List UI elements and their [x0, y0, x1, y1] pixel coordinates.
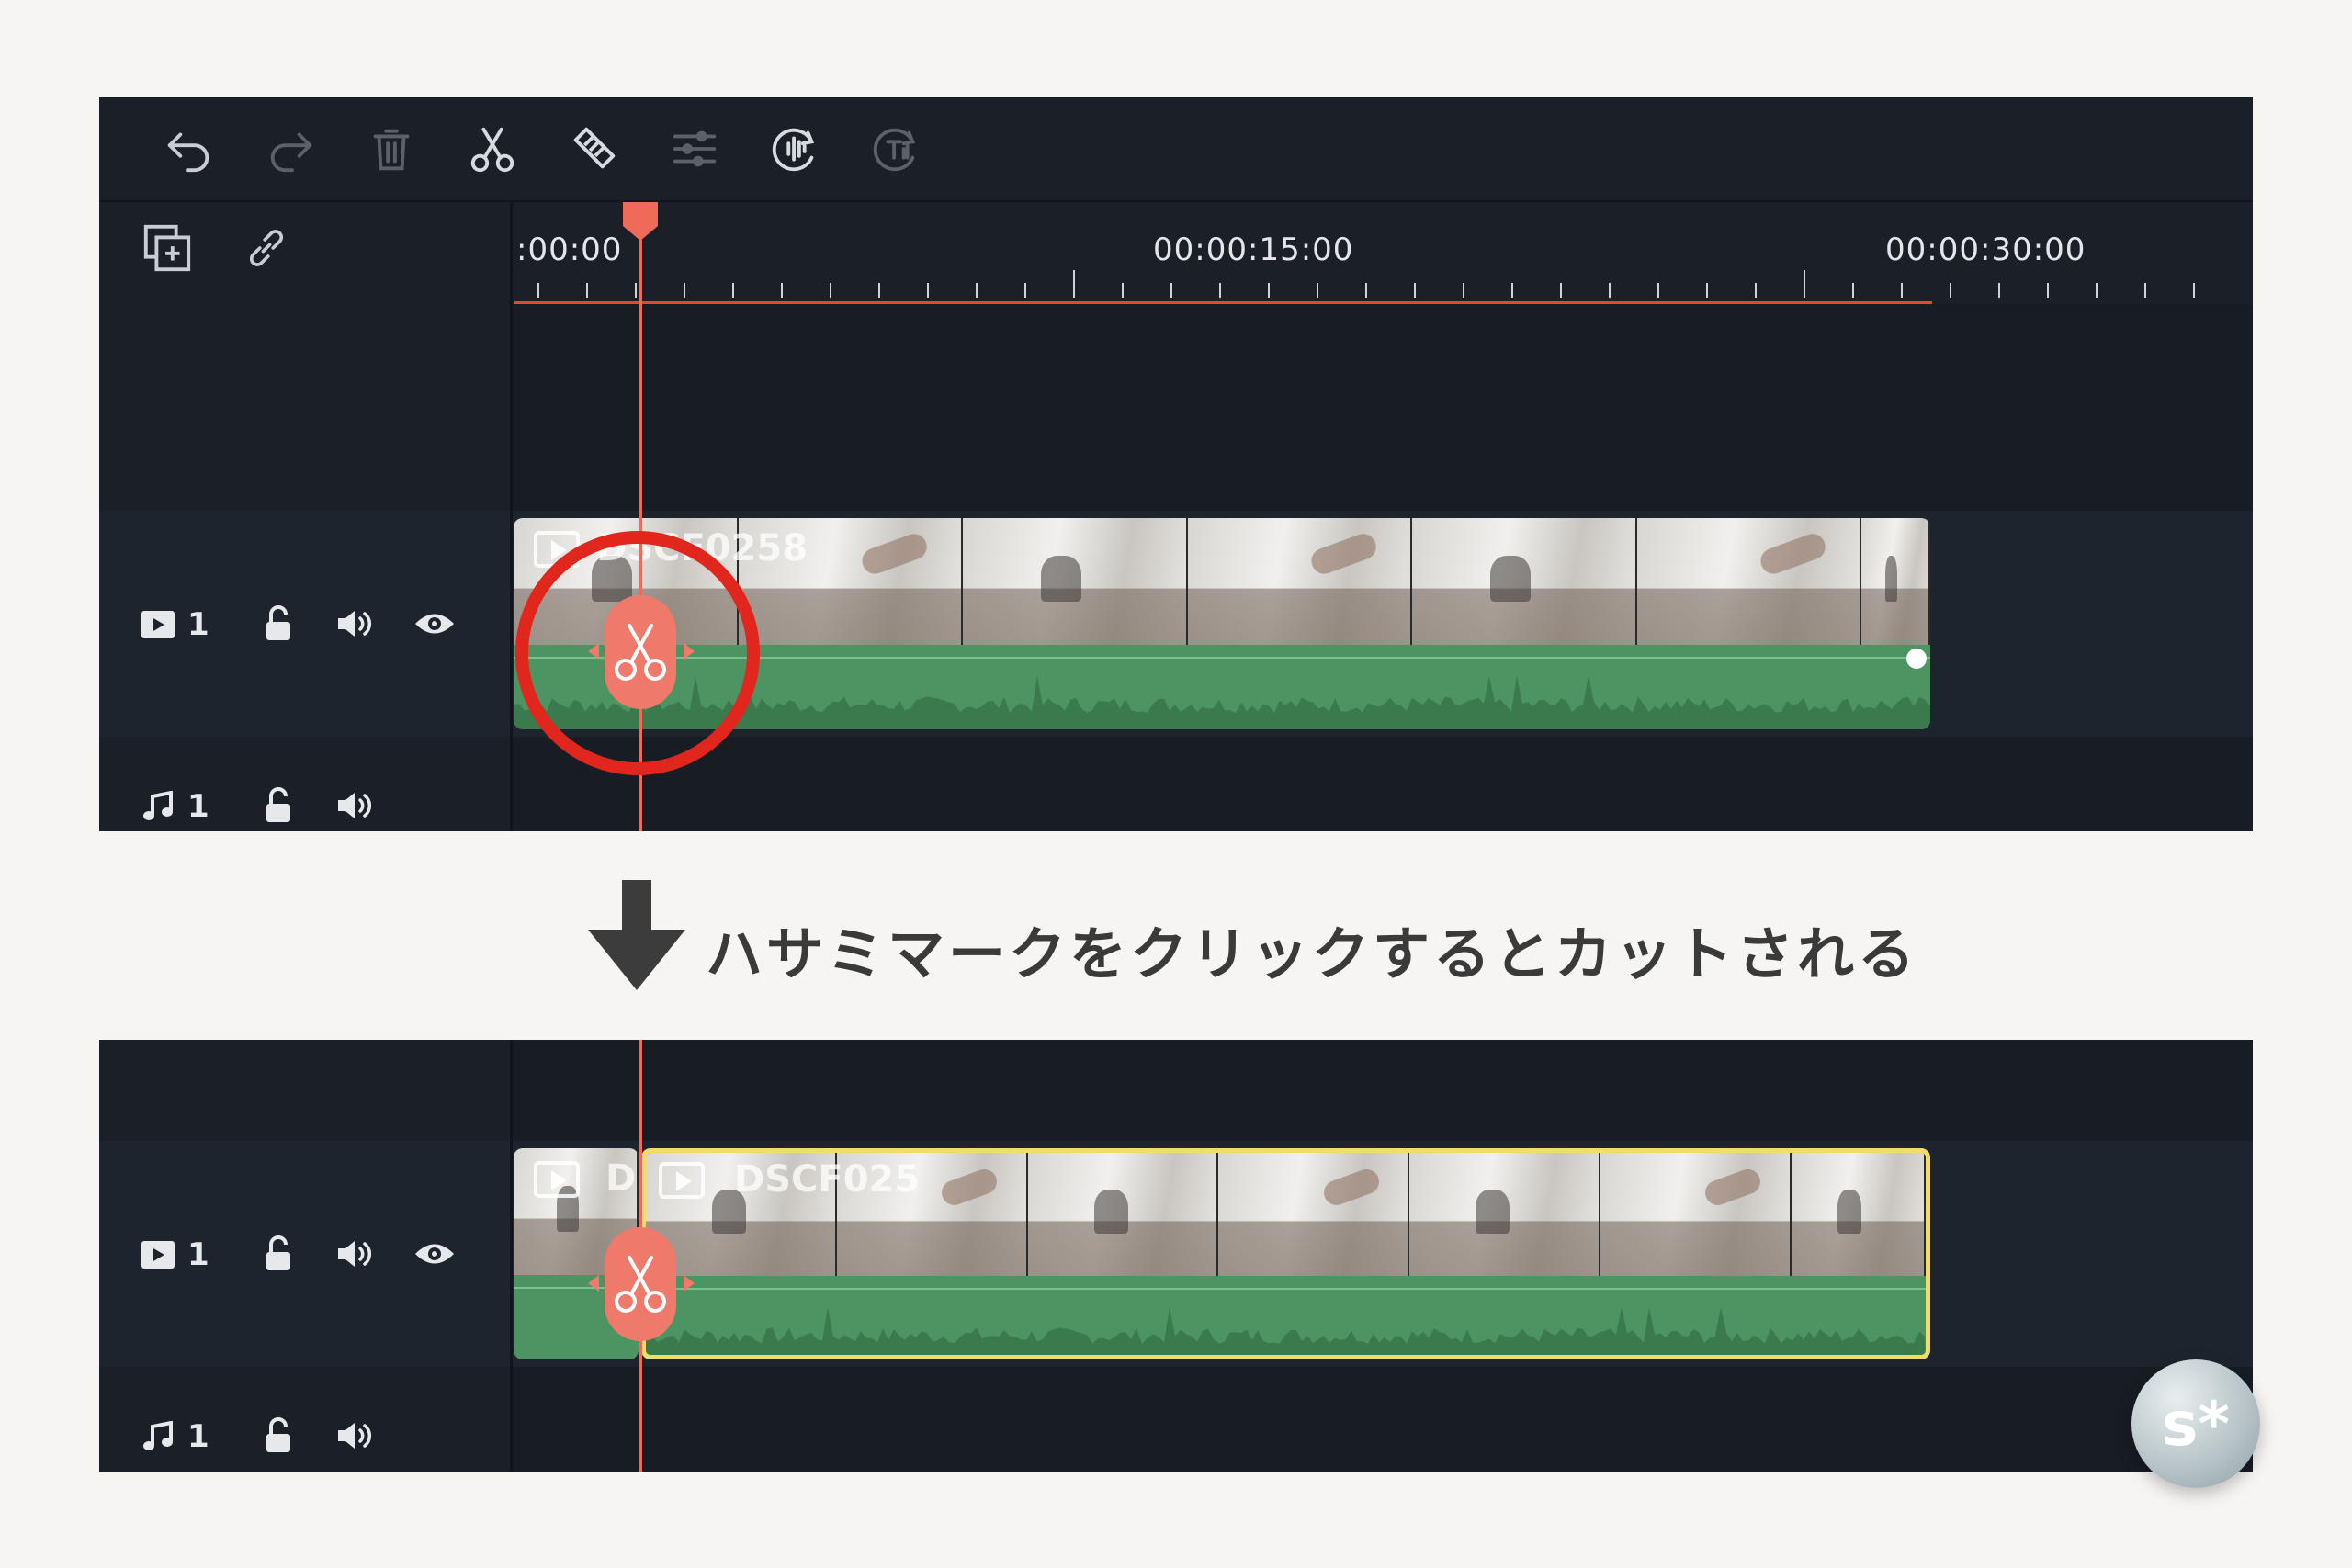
audio-lock-icon[interactable]	[257, 1415, 300, 1457]
track-head-divider	[510, 1040, 513, 1472]
split-arrow-left	[588, 1275, 599, 1292]
link-icon[interactable]	[239, 220, 294, 276]
brand-logo: s*	[2132, 1359, 2260, 1488]
audio-track-number: 1	[187, 788, 209, 825]
ruler-tick	[1657, 283, 1659, 298]
clip-thumbnail	[1636, 518, 1862, 645]
ruler-tick	[1463, 283, 1464, 298]
audio-detect-icon[interactable]	[766, 119, 825, 178]
music-note-icon	[140, 1418, 176, 1455]
ruler-tick	[1268, 283, 1270, 298]
delete-icon[interactable]	[362, 119, 421, 178]
ruler-tick	[2096, 283, 2098, 298]
ruler-tick	[684, 283, 685, 298]
clip-thumbnail	[1861, 518, 1930, 645]
clip-thumbnail	[1218, 1153, 1410, 1276]
ruler-tick	[2047, 283, 2049, 298]
redo-icon[interactable]	[261, 119, 320, 178]
ruler-tick	[1901, 283, 1903, 298]
clip-thumbnail	[1791, 1153, 1926, 1276]
split-arrow-right	[684, 1275, 695, 1292]
ruler-tick	[1706, 283, 1708, 298]
ruler-tick	[1317, 283, 1318, 298]
lock-icon[interactable]	[257, 1233, 300, 1275]
clip-thumbnail	[1409, 1153, 1601, 1276]
ruler-label-30s: 00:00:30:00	[1885, 231, 2086, 268]
ruler-tick	[1998, 283, 2000, 298]
text-to-speech-icon[interactable]	[867, 119, 926, 178]
ruler-tick	[1755, 283, 1757, 298]
ruler-tick-major	[1073, 270, 1075, 298]
keyframe-handle[interactable]	[1906, 649, 1927, 669]
audio-track-number: 1	[187, 1418, 209, 1455]
scissors-icon[interactable]	[463, 119, 522, 178]
ruler-tick	[1365, 283, 1367, 298]
highlight-circle	[515, 531, 760, 775]
empty-track-head	[99, 1040, 512, 1141]
ruler-tick	[2144, 283, 2146, 298]
brand-logo-text: s*	[2162, 1388, 2230, 1460]
ruler-tick	[537, 283, 539, 298]
ruler-tick	[732, 283, 734, 298]
track-head-divider	[510, 200, 513, 831]
timeline-panel-before: :00:00 00:00:15:00 00:00:30:00 1 1 DSCF0…	[99, 97, 2253, 831]
ruler-tick	[1560, 283, 1562, 298]
clip-thumbnail	[1187, 518, 1413, 645]
tag-icon[interactable]	[564, 119, 623, 178]
undo-icon[interactable]	[160, 119, 219, 178]
eye-icon[interactable]	[410, 1235, 459, 1273]
clip-name: DSCF025	[734, 1158, 921, 1201]
music-note-icon	[140, 788, 176, 825]
add-track-icon[interactable]	[140, 220, 195, 276]
speaker-icon[interactable]	[333, 1233, 379, 1275]
clip-thumbnail	[1600, 1153, 1792, 1276]
ruler-tick	[586, 283, 588, 298]
ruler-tick	[2193, 283, 2195, 298]
clip-thumbnail	[1027, 1153, 1219, 1276]
ruler-tick	[1024, 283, 1026, 298]
down-arrow-icon	[588, 880, 685, 990]
audio-speaker-icon[interactable]	[333, 784, 379, 827]
ruler-tick	[927, 283, 929, 298]
playhead-handle[interactable]	[621, 202, 660, 243]
ruler-label-15s: 00:00:15:00	[1153, 231, 1354, 268]
audio-lock-icon[interactable]	[257, 784, 300, 827]
ruler-tick	[781, 283, 783, 298]
ruler-tick-major	[1804, 270, 1805, 298]
ruler-label-start: :00:00	[516, 231, 623, 268]
timeline-toolbar	[99, 97, 2253, 202]
ruler-tick	[1219, 283, 1221, 298]
ruler-tick	[1852, 283, 1854, 298]
audio-waveform	[646, 1288, 1926, 1355]
ruler-tick	[1511, 283, 1513, 298]
clip-type-icon	[534, 1161, 580, 1198]
ruler-tick	[878, 283, 880, 298]
clip-type-icon	[659, 1162, 705, 1199]
ruler-tick	[1414, 283, 1416, 298]
video-track-number: 1	[187, 1236, 209, 1273]
split-scissors-button[interactable]	[605, 1227, 676, 1341]
eye-icon[interactable]	[410, 604, 459, 643]
video-track-icon	[140, 1236, 176, 1273]
audio-speaker-icon[interactable]	[333, 1415, 379, 1457]
timeline-panel-after: 1 1 D DSCF025	[99, 1040, 2253, 1472]
ruler-tick	[1950, 283, 1951, 298]
clip-thumbnail	[963, 518, 1188, 645]
ruler-tick	[830, 283, 831, 298]
ruler-tick	[1122, 283, 1124, 298]
clip-thumbnail	[1412, 518, 1637, 645]
instruction-caption: ハサミマークをクリックするとカットされる	[706, 920, 1919, 987]
video-track-number: 1	[187, 606, 209, 643]
ruler-tick	[976, 283, 978, 298]
video-clip-right-selected[interactable]: DSCF025	[641, 1148, 1930, 1359]
video-track-icon	[140, 606, 176, 643]
ruler-tick	[1609, 283, 1611, 298]
clip-name: D	[605, 1157, 637, 1200]
lock-icon[interactable]	[257, 603, 300, 645]
adjust-icon[interactable]	[665, 119, 724, 178]
ruler-tick	[635, 283, 637, 298]
ruler-tick	[1170, 283, 1172, 298]
speaker-icon[interactable]	[333, 603, 379, 645]
